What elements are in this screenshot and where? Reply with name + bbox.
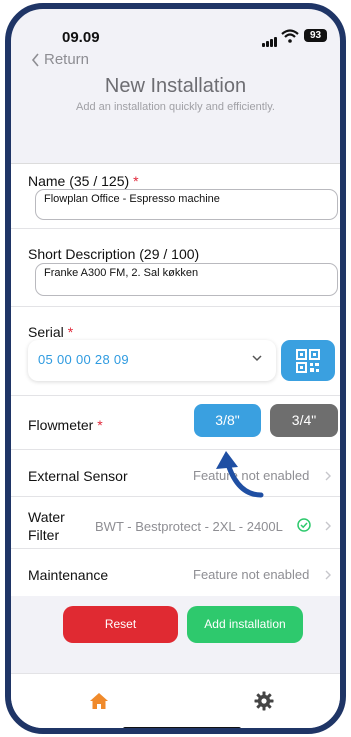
status-bar: 09.09 93 [11, 9, 340, 47]
return-label: Return [44, 51, 90, 68]
tab-bar [11, 673, 340, 728]
name-field[interactable]: Flowplan Office - Espresso machine [35, 189, 338, 220]
short-description-label: Short Description (29 / 100) [28, 246, 200, 262]
status-time: 09.09 [62, 29, 100, 46]
battery-icon: 93 [304, 29, 327, 42]
divider [11, 395, 340, 396]
signal-icon [262, 37, 277, 47]
required-mark: * [67, 324, 74, 340]
external-sensor-row[interactable] [11, 450, 340, 496]
required-mark: * [97, 417, 103, 433]
flowmeter-option-3-8[interactable]: 3/8" [194, 404, 261, 437]
wifi-icon [281, 29, 299, 43]
name-label-text: Name (35 / 125) [28, 173, 130, 189]
add-installation-button[interactable]: Add installation [187, 606, 303, 643]
return-button[interactable]: Return [31, 51, 89, 68]
divider [11, 306, 340, 307]
name-label: Name (35 / 125) * [28, 173, 139, 189]
maintenance-row[interactable] [11, 549, 340, 595]
flowmeter-option-3-4[interactable]: 3/4" [270, 404, 338, 437]
gear-icon[interactable] [254, 691, 274, 711]
page-title: New Installation [104, 75, 247, 97]
flowmeter-label-text: Flowmeter [28, 417, 94, 433]
installation-form: Name (35 / 125) * Flowplan Office - Espr… [11, 163, 340, 596]
short-description-value: Franke A300 FM, 2. Sal køkken [44, 267, 199, 279]
page-subtitle: Add an installation quickly and efficien… [76, 101, 275, 113]
name-value: Flowplan Office - Espresso machine [44, 193, 220, 205]
qr-scan-button[interactable] [281, 340, 335, 381]
serial-value: 05 00 00 28 09 [38, 352, 129, 367]
qr-code-icon [296, 349, 320, 373]
home-icon[interactable] [89, 692, 109, 710]
curved-arrow-icon [216, 451, 264, 498]
flowmeter-label: Flowmeter * [28, 417, 103, 433]
serial-label: Serial * [28, 324, 73, 340]
divider [11, 228, 340, 229]
chevron-left-icon [31, 52, 39, 67]
required-mark: * [133, 173, 139, 189]
reset-button[interactable]: Reset [63, 606, 178, 643]
water-filter-row[interactable] [11, 497, 340, 547]
phone-frame: 09.09 93 Return New Installation Add an … [5, 3, 346, 734]
chevron-down-icon [252, 355, 262, 362]
home-indicator[interactable] [123, 727, 241, 728]
short-description-field[interactable]: Franke A300 FM, 2. Sal køkken [35, 263, 338, 296]
serial-select[interactable]: 05 00 00 28 09 [28, 340, 276, 381]
serial-label-text: Serial [28, 324, 64, 340]
